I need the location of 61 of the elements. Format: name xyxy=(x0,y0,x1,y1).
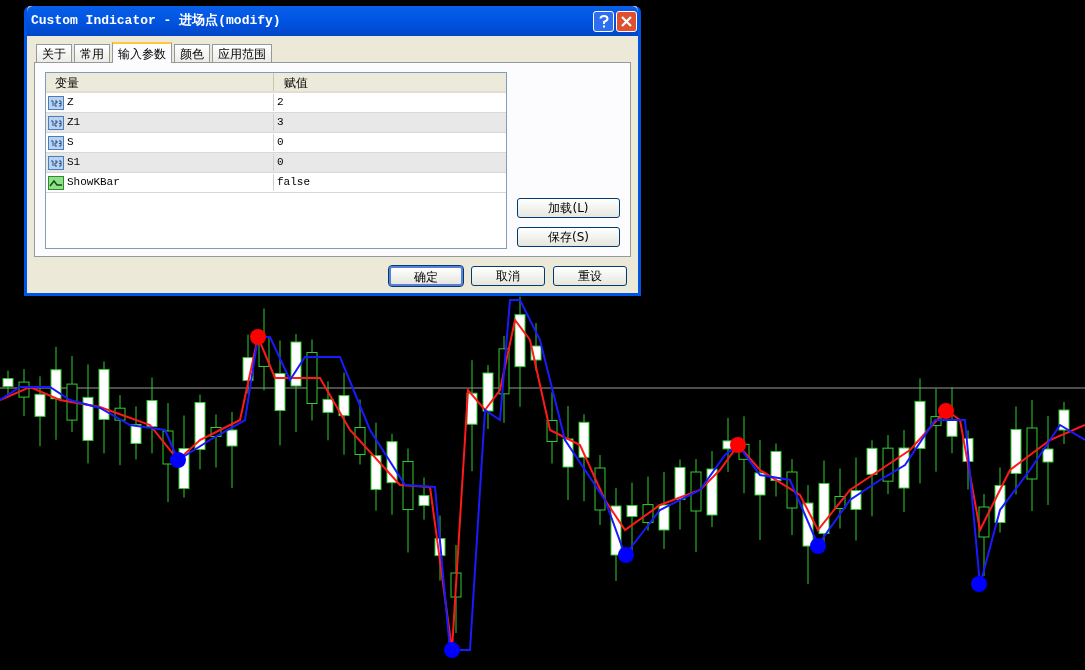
dialog-button[interactable]: 确定 xyxy=(389,266,463,286)
variable-name: ShowKBar xyxy=(67,175,120,191)
variable-name: Z xyxy=(67,95,74,111)
number-type-icon xyxy=(48,134,64,151)
tab[interactable]: 输入参数 xyxy=(112,42,172,63)
candlestick xyxy=(962,430,974,490)
candlestick xyxy=(642,476,654,532)
candlestick xyxy=(770,443,782,497)
candlestick xyxy=(882,434,894,495)
dialog-button[interactable]: 重设 xyxy=(553,266,627,286)
candlestick xyxy=(482,364,494,430)
candlestick xyxy=(354,399,366,465)
candlestick xyxy=(530,322,542,372)
column-header[interactable]: 赋值 xyxy=(274,73,506,91)
candlestick xyxy=(1058,401,1070,445)
tab[interactable]: 常用 xyxy=(74,44,110,62)
variable-value[interactable]: false xyxy=(274,174,310,191)
variable-value[interactable]: 0 xyxy=(274,154,284,171)
variable-value[interactable]: 3 xyxy=(274,114,284,131)
number-type-icon xyxy=(48,114,64,131)
side-button[interactable]: 加载(L) xyxy=(517,198,620,218)
dialog-button[interactable]: 取消 xyxy=(471,266,545,286)
candlestick xyxy=(674,459,686,530)
tab[interactable]: 颜色 xyxy=(174,44,210,62)
candlestick xyxy=(114,394,126,466)
candlestick xyxy=(546,392,558,464)
trough-marker xyxy=(444,642,460,658)
trough-marker xyxy=(618,547,634,563)
candlestick xyxy=(946,386,958,454)
candlestick xyxy=(322,380,334,441)
trough-marker xyxy=(971,576,987,592)
variable-name: S xyxy=(67,135,74,151)
candlestick xyxy=(834,468,846,529)
candlestick xyxy=(210,414,222,468)
number-type-icon xyxy=(48,154,64,171)
variable-name: S1 xyxy=(67,155,81,171)
trough-marker xyxy=(170,452,186,468)
tab[interactable]: 应用范围 xyxy=(212,44,272,62)
peak-marker xyxy=(938,403,954,419)
candlestick xyxy=(722,417,734,473)
candlestick xyxy=(2,370,14,396)
candlestick xyxy=(34,375,46,447)
candlestick xyxy=(18,368,30,417)
candlestick xyxy=(434,515,446,582)
candlestick xyxy=(130,405,142,460)
trough-marker xyxy=(810,538,826,554)
candlestick xyxy=(994,467,1006,533)
column-header[interactable]: 变量 xyxy=(46,73,274,91)
window-title: Custom Indicator - 进场点(modify) xyxy=(31,12,281,31)
peak-marker xyxy=(730,437,746,453)
side-button[interactable]: 保存(S) xyxy=(517,227,620,247)
candlestick xyxy=(594,454,606,526)
tab[interactable]: 关于 xyxy=(36,44,72,62)
peak-marker xyxy=(250,329,266,345)
close-icon[interactable] xyxy=(616,10,637,32)
candlestick xyxy=(418,477,430,521)
candlestick xyxy=(626,482,638,554)
variable-name: Z1 xyxy=(67,115,81,131)
variable-value[interactable]: 2 xyxy=(274,94,284,111)
number-type-icon xyxy=(48,94,64,111)
variable-value[interactable]: 0 xyxy=(274,134,284,151)
